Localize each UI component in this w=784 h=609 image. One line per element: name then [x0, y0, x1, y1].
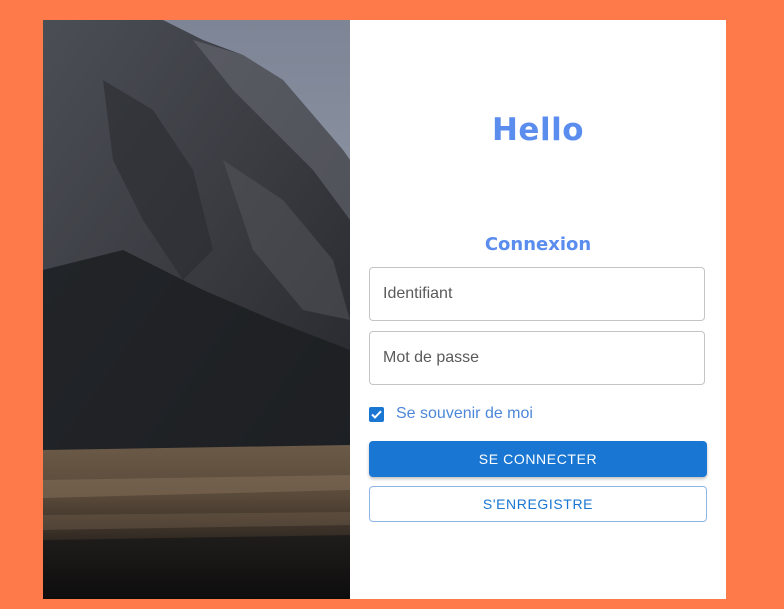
login-card: Hello Connexion Se souvenir de moi SE CO…	[43, 20, 726, 599]
mountain-photo	[43, 20, 350, 599]
username-input[interactable]	[369, 267, 705, 321]
login-button[interactable]: SE CONNECTER	[369, 441, 707, 477]
login-panel: Hello Connexion Se souvenir de moi SE CO…	[350, 20, 726, 599]
remember-me-checkbox[interactable]: Se souvenir de moi	[369, 405, 533, 423]
mountain-landscape-image	[43, 20, 350, 599]
password-input[interactable]	[369, 331, 705, 385]
login-subtitle: Connexion	[484, 234, 592, 255]
remember-me-label: Se souvenir de moi	[396, 405, 533, 422]
register-button[interactable]: S'ENREGISTRE	[369, 486, 707, 522]
check-icon[interactable]	[369, 406, 384, 422]
greeting-title: Hello	[491, 112, 585, 148]
